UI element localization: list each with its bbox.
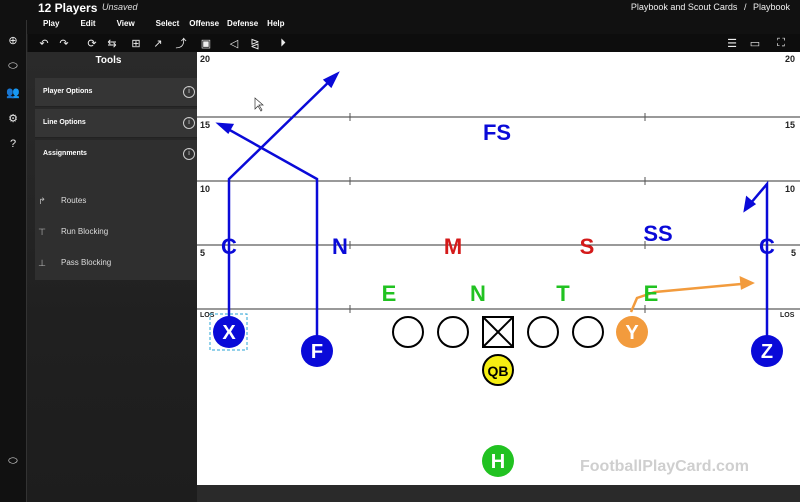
mouse-cursor (254, 97, 264, 112)
defender-c-right: C (759, 234, 775, 259)
menu-select[interactable]: Select (156, 19, 180, 31)
yard-label-20-right: 20 (785, 54, 795, 64)
route-f-arrow (215, 122, 235, 134)
defender-t: T (556, 281, 570, 306)
defender-fs: FS (483, 120, 511, 145)
save-icon[interactable]: ▣ (198, 35, 214, 51)
defender-e-left: E (382, 281, 397, 306)
pass-block-icon: ⊥ (38, 258, 46, 268)
field-svg[interactable]: 20 20 15 15 10 10 5 5 LOS LOS FS SS C C … (197, 52, 800, 485)
route-y-arrow (739, 275, 755, 290)
defender-e-right: E (644, 281, 659, 306)
los-label-right: LOS (780, 312, 795, 319)
canvas-bottom (197, 485, 800, 502)
zigzag-arrow-icon[interactable]: ⤴ (173, 35, 189, 51)
defender-s: S (580, 234, 595, 259)
yard-label-5-left: 5 (200, 248, 205, 258)
pass-blocking-label: Pass Blocking (61, 258, 112, 267)
defender-ss: SS (643, 221, 672, 246)
yard-label-15-right: 15 (785, 120, 795, 130)
yard-label-15-left: 15 (200, 120, 210, 130)
save-status: Unsaved (102, 2, 138, 12)
player-options-info-icon[interactable]: i (183, 86, 195, 98)
play-canvas[interactable]: 20 20 15 15 10 10 5 5 LOS LOS FS SS C C … (197, 52, 800, 485)
player-z-label: Z (761, 341, 773, 363)
mirror-left-icon[interactable]: ◁ (226, 35, 242, 51)
player-qb-label: QB (488, 363, 509, 379)
left-rail: ⊕ ⬭ 👥 ⚙ ? ⬭ (0, 20, 27, 502)
line-options-info-icon[interactable]: i (183, 117, 195, 129)
watermark: FootballPlayCard.com (580, 458, 749, 475)
defender-c-left: C (221, 234, 237, 259)
run-blocking-label: Run Blocking (61, 227, 109, 236)
brand-logo-icon: ⬭ (8, 454, 18, 467)
menu-help[interactable]: Help (267, 19, 284, 31)
run-blocking-tool[interactable]: ⊤ Run Blocking (38, 227, 109, 237)
defender-n-line: N (470, 281, 486, 306)
lineman-rg (527, 316, 559, 348)
menu-view[interactable]: View (117, 19, 135, 31)
breadcrumb-playbook[interactable]: Playbook (753, 2, 790, 12)
video-icon[interactable]: ▭ (747, 35, 763, 51)
yard-label-5-right: 5 (791, 248, 796, 258)
player-options-label: Player Options (43, 88, 93, 95)
menu-edit[interactable]: Edit (80, 19, 95, 31)
player-h-label: H (491, 451, 505, 473)
breadcrumb-separator: / (743, 2, 747, 12)
pass-blocking-tool[interactable]: ⊥ Pass Blocking (38, 258, 112, 268)
line-options-label: Line Options (43, 119, 86, 126)
gear-icon[interactable]: ⚙ (5, 110, 21, 126)
run-block-icon: ⊤ (38, 227, 46, 237)
assignments-label[interactable]: Assignments (43, 150, 87, 157)
breadcrumb-playbook-scout[interactable]: Playbook and Scout Cards (631, 2, 738, 12)
football-icon[interactable]: ⬭ (5, 58, 21, 74)
add-page-icon[interactable]: ⊞ (128, 35, 144, 51)
breadcrumb: Playbook and Scout Cards / Playbook (627, 2, 790, 12)
menu-offense[interactable]: Offense (189, 19, 219, 31)
lineman-rt (572, 316, 604, 348)
assignments-info-icon[interactable]: i (183, 148, 195, 160)
tools-panel: Tools Player Options i Line Options i As… (27, 52, 207, 502)
arrow-icon[interactable]: ↗ (150, 35, 166, 51)
yard-label-10-left: 10 (200, 184, 210, 194)
lineman-lg (437, 316, 469, 348)
fullscreen-icon[interactable]: ⛶ (773, 35, 789, 51)
toolbar: ↶ ↷ ⟳ ⇆ ⊞ ↗ ⤴ ▣ ◁ ⧎ ⏵ ☰ ▭ ⛶ (28, 34, 800, 53)
assignments-section: Assignments i ↱ Routes ⊤ Run Blocking ⊥ Pas… (35, 140, 207, 281)
yard-label-20-left: 20 (200, 54, 210, 64)
team-icon[interactable]: 👥 (5, 84, 21, 100)
routes-tool[interactable]: ↱ Routes (38, 196, 87, 206)
route-x (227, 73, 338, 332)
los-label-left: LOS (200, 312, 215, 319)
add-circle-icon[interactable]: ⊕ (5, 32, 21, 48)
tools-title: Tools (95, 55, 122, 66)
play-title[interactable]: 12 Players (38, 1, 97, 15)
refresh-icon[interactable]: ⟳ (84, 35, 100, 51)
lineman-lt (392, 316, 424, 348)
player-y-label: Y (625, 322, 639, 344)
redo-icon[interactable]: ↷ (56, 35, 72, 51)
mirror-icon[interactable]: ⧎ (247, 35, 263, 51)
line-options-row[interactable]: Line Options i (35, 109, 207, 138)
undo-icon[interactable]: ↶ (36, 35, 52, 51)
app-header: 12 Players Unsaved Playbook and Scout Ca… (0, 0, 800, 34)
help-icon[interactable]: ? (5, 136, 21, 152)
menu-defense[interactable]: Defense (227, 19, 258, 31)
menu-bar: Play Edit View Select Offense Defense He… (43, 19, 306, 31)
flip-icon[interactable]: ⇆ (104, 35, 120, 51)
route-icon: ↱ (38, 196, 46, 206)
defender-m: M (444, 234, 462, 259)
list-icon[interactable]: ☰ (724, 35, 740, 51)
player-options-row[interactable]: Player Options i (35, 78, 207, 107)
play-animation-icon[interactable]: ⏵ (275, 35, 291, 51)
player-x-label: X (222, 322, 236, 344)
routes-label: Routes (61, 196, 87, 205)
defender-n: N (332, 234, 348, 259)
menu-play[interactable]: Play (43, 19, 59, 31)
yard-label-10-right: 10 (785, 184, 795, 194)
player-f-label: F (311, 341, 323, 363)
